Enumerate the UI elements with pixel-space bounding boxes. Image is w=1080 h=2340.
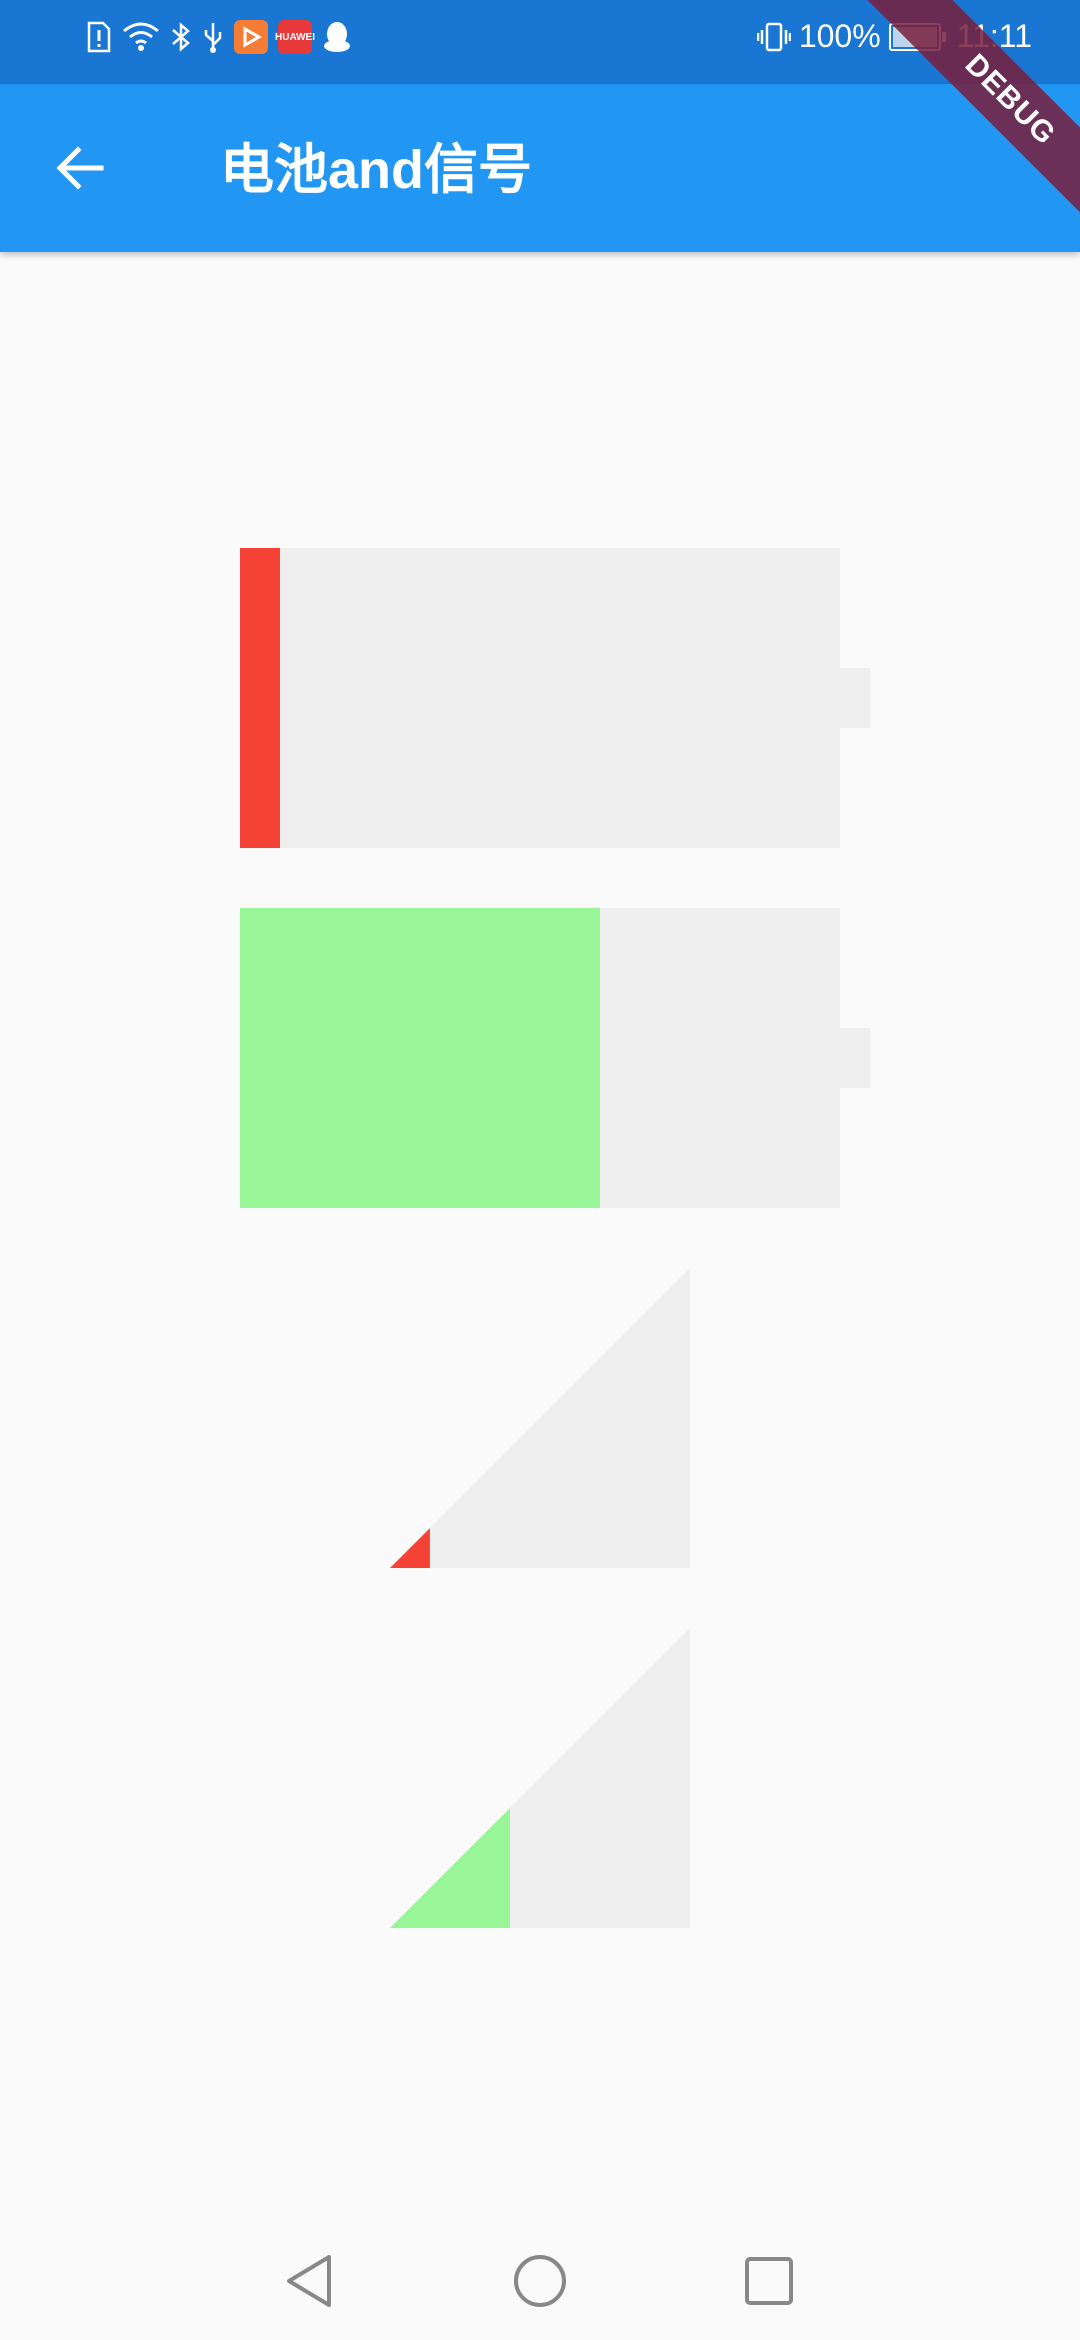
status-left-icons: HUAWEI [86, 20, 352, 54]
vibrate-icon [756, 21, 791, 53]
back-triangle-icon [287, 2255, 331, 2307]
signal-low-widget [390, 1268, 690, 1568]
sim-alert-icon [86, 21, 112, 53]
recents-square-icon [745, 2257, 793, 2305]
battery-level-fill [240, 548, 281, 848]
battery-percent: 100% [798, 18, 881, 54]
signal-high-widget [390, 1628, 690, 1928]
battery-body [240, 548, 840, 848]
battery-terminal [840, 1028, 870, 1088]
battery-high-widget [240, 908, 870, 1208]
video-app-icon [234, 20, 268, 54]
bluetooth-icon [170, 21, 192, 53]
system-nav-bar [0, 2220, 1080, 2340]
page-title: 电池and信号 [220, 140, 533, 200]
signal-level-fill [390, 1808, 510, 1928]
qq-icon [322, 20, 352, 54]
battery-body [240, 908, 840, 1208]
arrow-back-icon [56, 146, 104, 190]
huawei-store-icon: HUAWEI [275, 20, 315, 54]
nav-recents-button[interactable] [734, 2246, 804, 2316]
battery-low-widget [240, 548, 870, 848]
battery-terminal [840, 668, 870, 728]
nav-back-button[interactable] [274, 2246, 344, 2316]
nav-home-button[interactable] [505, 2246, 575, 2316]
wifi-icon [122, 21, 160, 53]
app-bar: 电池and信号 [0, 84, 1080, 252]
battery-level-fill [240, 908, 600, 1208]
signal-track [390, 1268, 690, 1568]
usb-icon [202, 21, 224, 53]
home-circle-icon [514, 2255, 566, 2307]
back-button[interactable] [44, 132, 116, 204]
